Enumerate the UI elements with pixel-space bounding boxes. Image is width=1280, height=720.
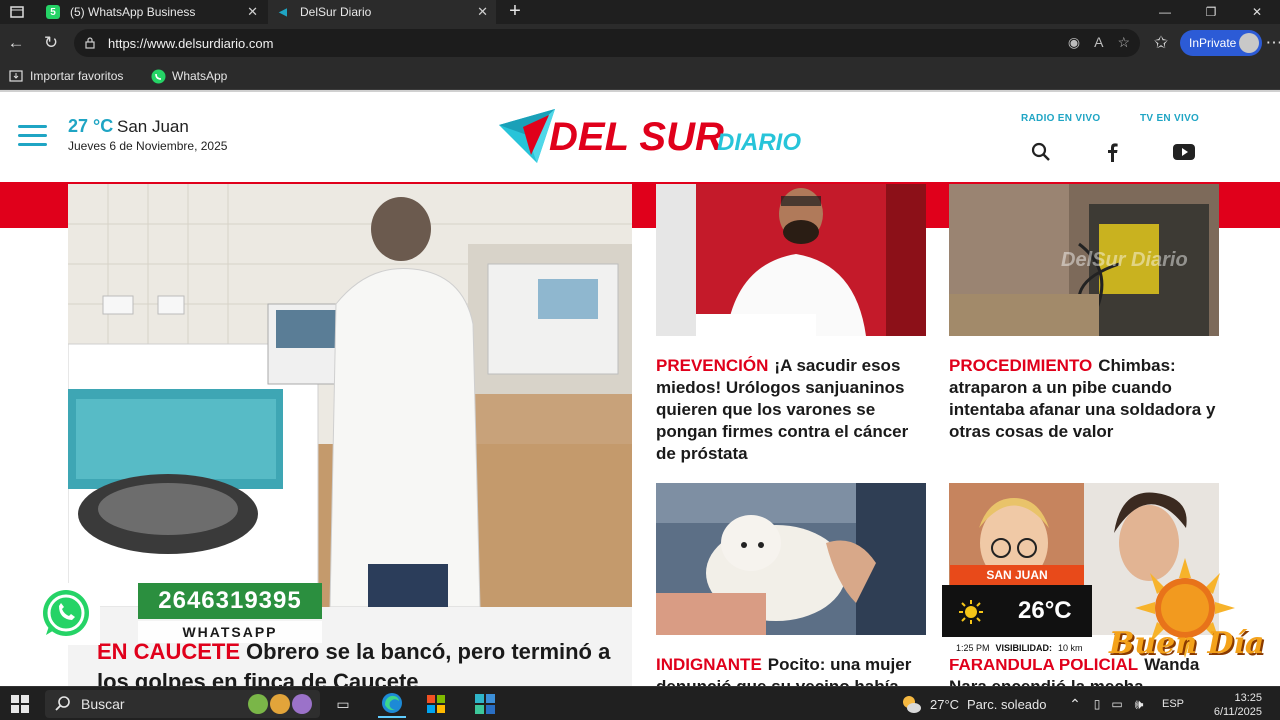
weather-widget-main: 26°C — [942, 585, 1092, 637]
address-bar: ← ↻ https://www.delsurdiario.com ◉ A ☆ ✩… — [0, 24, 1280, 62]
weather-widget-visibility-value: 10 km — [1058, 643, 1083, 653]
tv-live-link[interactable]: TV EN VIVO — [1140, 113, 1199, 124]
card-kicker: PREVENCIÓN — [656, 356, 769, 375]
card-kicker: INDIGNANTE — [656, 655, 762, 674]
taskbar-date: 6/11/2025 — [1213, 706, 1262, 718]
delsur-favicon-icon: ◀ — [279, 6, 287, 18]
header-date: Jueves 6 de Noviembre, 2025 — [68, 139, 228, 153]
main-story-image[interactable] — [68, 184, 632, 607]
close-tab-icon[interactable]: ✕ — [477, 4, 488, 20]
facebook-icon[interactable] — [1101, 141, 1123, 163]
taskbar: Buscar ▭ 27°C Parc. soleado ⌃ ▯ ▭ 🕪 ESP … — [0, 686, 1280, 720]
url-text: https://www.delsurdiario.com — [108, 35, 274, 51]
weather-widget-temp: 26°C — [1018, 597, 1072, 624]
buen-dia-text: Buen Día — [1109, 626, 1265, 661]
logo-main-text: DEL SUR — [549, 115, 724, 159]
taskbar-search[interactable]: Buscar — [45, 690, 320, 718]
tab-bar: 5 (5) WhatsApp Business ✕ ◀ DelSur Diari… — [0, 0, 1280, 24]
inprivate-label: InPrivate — [1189, 36, 1237, 50]
url-field[interactable]: https://www.delsurdiario.com ◉ A ☆ — [74, 29, 1140, 57]
menu-icon[interactable] — [18, 125, 47, 147]
fav-label: WhatsApp — [172, 69, 228, 83]
favorites-bar: Importar favoritos WhatsApp — [0, 62, 1280, 90]
weather-widget: SAN JUAN 26°C 1:25 PM VISIBILIDAD: 10 km — [942, 565, 1092, 659]
taskbar-weather-temp[interactable]: 27°C — [930, 697, 959, 712]
tab-label: DelSur Diario — [300, 5, 372, 19]
fav-import[interactable]: Importar favoritos — [8, 68, 123, 84]
youtube-icon[interactable] — [1173, 141, 1195, 163]
search-icon[interactable] — [1030, 141, 1052, 163]
whatsapp-icon — [150, 68, 166, 84]
weather-widget-city: SAN JUAN — [950, 565, 1084, 585]
weather-widget-visibility-label: VISIBILIDAD: — [995, 643, 1053, 653]
search-icon — [55, 695, 71, 714]
whatsapp-number: 2646319395 — [138, 583, 322, 619]
buen-dia-badge: Buen Día — [1105, 558, 1265, 668]
tab-delsur[interactable]: ◀ DelSur Diario ✕ — [268, 0, 496, 24]
read-aloud-icon[interactable]: A — [1094, 34, 1103, 51]
fav-whatsapp[interactable]: WhatsApp — [150, 68, 227, 84]
network-icon[interactable]: ▭ — [1106, 693, 1128, 715]
url-actions: ◉ A ☆ — [1068, 34, 1130, 51]
import-icon — [8, 68, 24, 84]
new-tab-button[interactable]: + — [504, 0, 526, 22]
whatsapp-widget[interactable]: 2646319395 WHATSAPP — [30, 583, 322, 645]
radio-live-link[interactable]: RADIO EN VIVO — [1021, 113, 1100, 124]
more-options-icon[interactable]: ⋯ — [1266, 32, 1280, 54]
profile-avatar — [1239, 33, 1259, 53]
close-window-icon[interactable]: ✕ — [1234, 0, 1280, 24]
tab-label: (5) WhatsApp Business — [70, 5, 196, 19]
card-headline-procedimiento[interactable]: PROCEDIMIENTO Chimbas: atraparon a un pib… — [949, 355, 1219, 443]
restore-icon[interactable]: ❐ — [1188, 0, 1234, 24]
back-icon[interactable]: ← — [5, 32, 27, 54]
window-menu-icon[interactable] — [6, 1, 28, 23]
card-image-indignante[interactable] — [656, 483, 926, 635]
device-icon[interactable]: ▯ — [1086, 693, 1108, 715]
edge-icon[interactable] — [378, 690, 406, 718]
taskbar-search-placeholder: Buscar — [81, 696, 125, 712]
logo-sub-text: DIARIO — [717, 129, 801, 156]
taskbar-weather-desc[interactable]: Parc. soleado — [967, 697, 1047, 712]
site-header: 27 °C San Juan Jueves 6 de Noviembre, 20… — [0, 90, 1280, 182]
card-image-prevencion[interactable] — [656, 184, 926, 336]
sun-icon — [958, 599, 984, 630]
close-tab-icon[interactable]: ✕ — [247, 4, 258, 20]
taskbar-clock[interactable]: 13:25 6/11/2025 — [1214, 691, 1262, 719]
minimize-icon[interactable]: — — [1142, 0, 1188, 24]
fav-label: Importar favoritos — [30, 69, 124, 83]
site-logo[interactable]: DEL SUR DIARIO — [493, 105, 805, 167]
weather-widget-time: 1:25 PM — [956, 643, 990, 653]
favorite-star-icon[interactable]: ☆ — [1117, 34, 1130, 51]
tracking-prevention-icon[interactable]: ◉ — [1068, 34, 1080, 51]
window-controls: — ❐ ✕ — [1142, 0, 1280, 24]
card-kicker: PROCEDIMIENTO — [949, 356, 1093, 375]
header-temperature: 27 °C — [68, 116, 114, 136]
favorites-icon[interactable]: ✩ — [1150, 32, 1172, 54]
whatsapp-logo-icon — [30, 583, 100, 645]
card-headline-indignante[interactable]: INDIGNANTEPocito: una mujer denunció que… — [656, 654, 926, 686]
weather-icon[interactable] — [900, 693, 922, 715]
tab-whatsapp[interactable]: 5 (5) WhatsApp Business ✕ — [38, 0, 266, 24]
inprivate-badge[interactable]: InPrivate — [1180, 30, 1262, 56]
app-tiles-icon[interactable] — [474, 693, 496, 715]
card-image-procedimiento[interactable]: DelSur Diario — [949, 184, 1219, 336]
taskbar-language[interactable]: ESP — [1162, 698, 1184, 710]
card-headline-prevencion[interactable]: PREVENCIÓN ¡A sacudir esos miedos! Urólog… — [656, 355, 926, 465]
search-highlight-icon — [246, 692, 316, 719]
windows-start-icon[interactable] — [9, 693, 31, 715]
taskbar-time: 13:25 — [1234, 692, 1262, 704]
chevron-up-icon[interactable]: ⌃ — [1064, 693, 1086, 715]
whatsapp-favicon-icon: 5 — [46, 5, 60, 19]
lock-icon — [84, 37, 96, 49]
header-city: San Juan — [117, 117, 189, 136]
volume-icon[interactable]: 🕪 — [1128, 693, 1150, 715]
weather-widget-footer: 1:25 PM VISIBILIDAD: 10 km — [942, 637, 1092, 659]
whatsapp-label: WHATSAPP — [138, 621, 322, 643]
refresh-icon[interactable]: ↻ — [40, 32, 62, 54]
task-view-icon[interactable]: ▭ — [332, 693, 354, 715]
store-icon[interactable] — [425, 693, 447, 715]
image-watermark: DelSur Diario — [1061, 249, 1188, 271]
